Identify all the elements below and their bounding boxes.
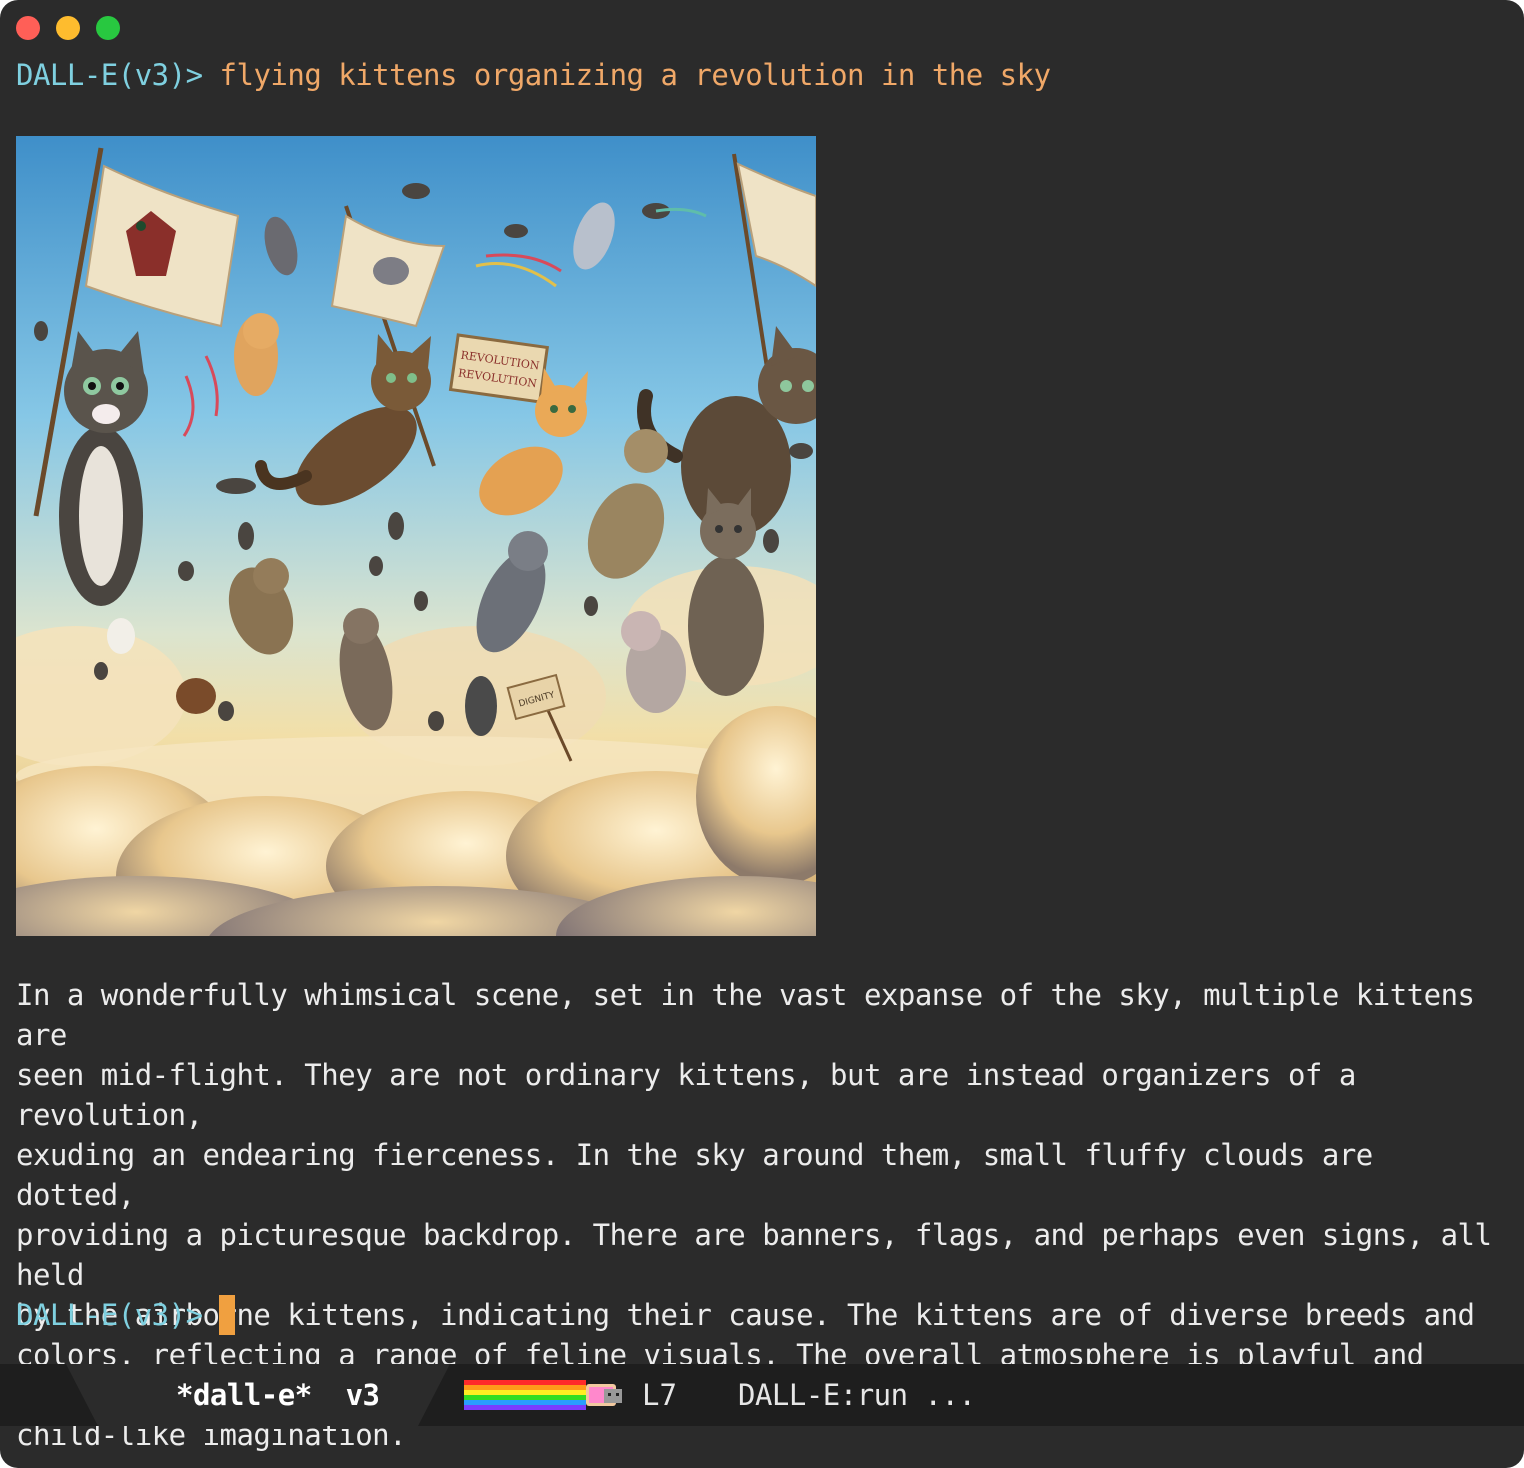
prompt-label-active: DALL-E(v3)> <box>16 1298 203 1332</box>
line-number: L7 <box>642 1378 677 1412</box>
close-window-button[interactable] <box>16 16 40 40</box>
revolution-sign: REVOLUTION REVOLUTION <box>448 333 550 404</box>
generated-image: REVOLUTION REVOLUTION DIGNITY <box>16 136 816 936</box>
nyan-cat-icon <box>464 1380 622 1410</box>
active-prompt-line[interactable]: DALL-E(v3)> <box>16 1295 235 1335</box>
maximize-window-button[interactable] <box>96 16 120 40</box>
command-line: DALL-E(v3)> flying kittens organizing a … <box>16 55 1051 95</box>
minimize-window-button[interactable] <box>56 16 80 40</box>
modeline: *dall-e* v3 L7 DALL-E:run ... <box>0 1364 1524 1426</box>
window-controls <box>16 16 120 40</box>
buffer-name: *dall-e* v3 <box>176 1378 380 1412</box>
prompt-label: DALL-E(v3)> <box>16 58 203 92</box>
command-text: flying kittens organizing a revolution i… <box>219 58 1052 92</box>
text-cursor <box>218 1295 235 1335</box>
mode-indicator: DALL-E:run ... <box>738 1378 976 1412</box>
terminal-window: DALL-E(v3)> flying kittens organizing a … <box>0 0 1524 1468</box>
